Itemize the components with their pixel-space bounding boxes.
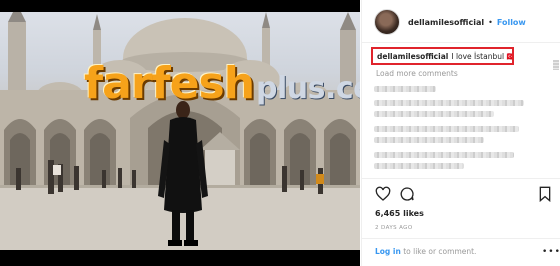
blurred-comment-line: [374, 152, 514, 158]
action-bar: [375, 186, 551, 204]
bookmark-icon[interactable]: [537, 186, 553, 202]
scrollbar-thumb[interactable]: [553, 60, 559, 70]
blurred-comment-line: [374, 111, 494, 117]
post-side-panel: dellamilesofficial • Follow dellamilesof…: [361, 0, 560, 266]
blurred-comment-line: [374, 86, 436, 92]
header-username[interactable]: dellamilesofficial: [408, 18, 484, 27]
more-options-icon[interactable]: •••: [542, 247, 560, 257]
login-link[interactable]: Log in: [375, 247, 401, 256]
photo-letterbox-top: [0, 0, 360, 12]
login-prompt-text: to like or comment.: [400, 247, 477, 256]
heart-icon[interactable]: [375, 186, 391, 202]
blurred-comment-line: [374, 163, 464, 169]
post-photo[interactable]: farfesh plus.com: [0, 0, 360, 266]
footer-divider: [362, 238, 560, 239]
login-prompt: Log in to like or comment.: [375, 247, 476, 256]
photo-letterbox-bottom: [0, 250, 360, 266]
instagram-post-embed: farfesh plus.com dellamilesofficial • Fo…: [0, 0, 560, 266]
follow-button[interactable]: Follow: [497, 18, 526, 27]
avatar[interactable]: [374, 9, 400, 35]
woman-figure: [158, 101, 208, 246]
caption-text: I love İstanbul 🇹🇷: [451, 51, 514, 61]
comments-divider: [362, 178, 560, 179]
caption-username[interactable]: dellamilesofficial: [377, 52, 448, 61]
blurred-comment-line: [374, 100, 524, 106]
blurred-comment-line: [374, 137, 484, 143]
header-separator: •: [488, 17, 493, 27]
header-divider: [362, 42, 560, 43]
blurred-comment-line: [374, 126, 519, 132]
load-more-comments-link[interactable]: Load more comments: [376, 69, 458, 78]
post-header: dellamilesofficial • Follow: [374, 8, 554, 36]
caption-highlight: dellamilesofficial I love İstanbul 🇹🇷: [371, 47, 514, 65]
likes-count[interactable]: 6,465 likes: [375, 209, 424, 218]
comment-icon[interactable]: [399, 186, 415, 202]
post-timestamp: 2 DAYS AGO: [375, 225, 413, 231]
